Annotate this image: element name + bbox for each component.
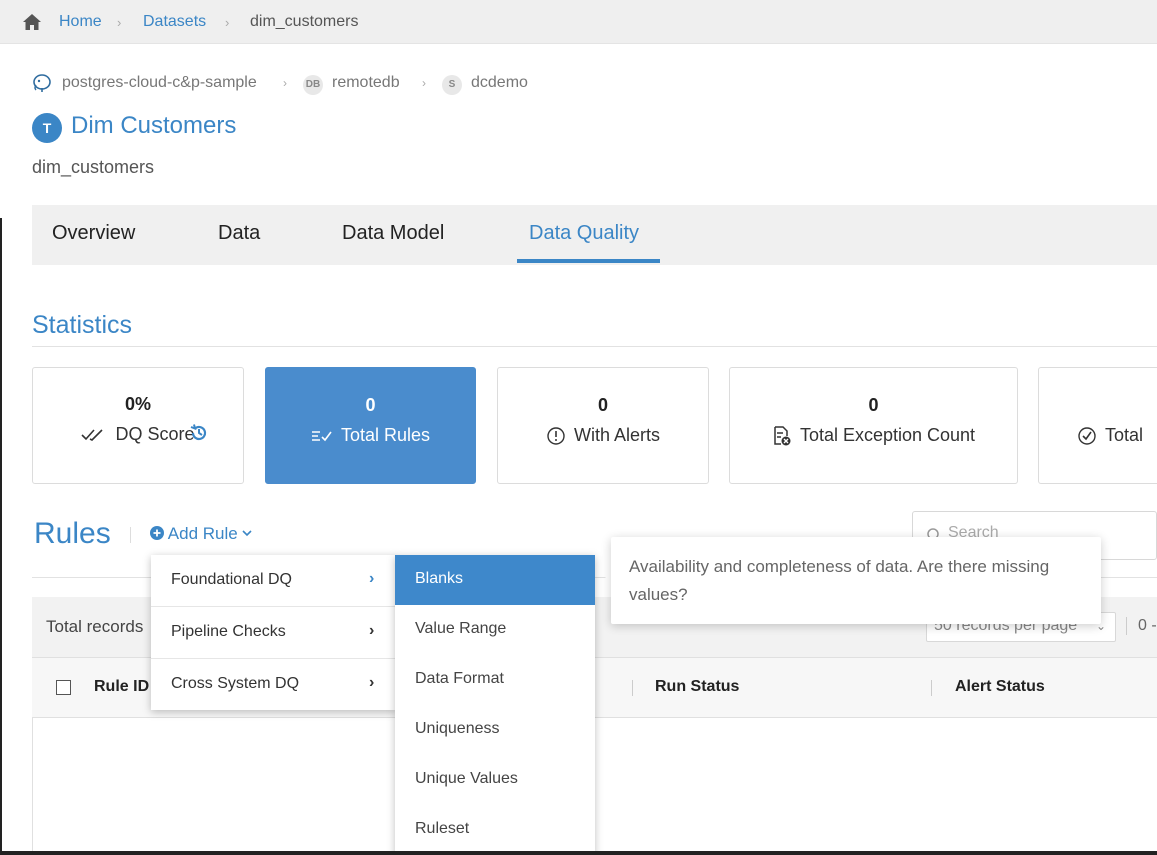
statistics-title: Statistics (32, 311, 133, 339)
add-rule-button[interactable]: Add Rule (150, 524, 253, 544)
submenu-item-unique-values[interactable]: Unique Values (395, 755, 595, 805)
stat-label: With Alerts (573, 425, 661, 445)
stat-value: 0% (124, 394, 151, 414)
tooltip-text: Availability and completeness of data. A… (629, 557, 1050, 604)
total-records-label: Total records (46, 617, 144, 636)
page-subtitle: dim_customers (32, 157, 155, 177)
column-divider (931, 680, 932, 696)
home-icon[interactable] (22, 13, 42, 31)
check-circle-icon (1078, 427, 1096, 445)
tab-data-model[interactable]: Data Model (342, 222, 444, 245)
menu-item-pipeline-checks[interactable]: Pipeline Checks › (151, 607, 396, 659)
add-rule-menu: Foundational DQ › Pipeline Checks › Cros… (151, 555, 396, 710)
tab-data-quality[interactable]: Data Quality (529, 222, 639, 245)
column-header-run-status[interactable]: Run Status (655, 678, 739, 696)
page-title: Dim Customers (71, 112, 237, 139)
divider (32, 346, 1157, 347)
stat-card-total-rules[interactable]: 0 Total Rules (265, 367, 476, 484)
submenu-item-label: Uniqueness (415, 720, 500, 737)
alert-circle-icon (547, 427, 565, 445)
chevron-right-icon: › (369, 622, 375, 639)
history-icon[interactable] (189, 423, 209, 443)
stat-card-exception-count[interactable]: 0 Total Exception Count (729, 367, 1018, 484)
db-badge: DB (303, 75, 323, 95)
tab-data[interactable]: Data (218, 222, 260, 245)
submenu-item-label: Unique Values (415, 770, 518, 787)
double-check-icon (81, 429, 104, 442)
schema-badge: S (442, 75, 462, 95)
stat-label: Total Exception Count (799, 425, 976, 445)
divider (130, 527, 131, 543)
stat-label-row: With Alerts (498, 425, 708, 446)
file-exception-icon (774, 426, 791, 446)
source-connection[interactable]: postgres-cloud-c&p-sample (62, 74, 257, 92)
menu-item-foundational-dq[interactable]: Foundational DQ › (151, 555, 396, 607)
chevron-down-icon (242, 530, 253, 537)
divider (1126, 617, 1127, 635)
submenu-item-value-range[interactable]: Value Range (395, 605, 595, 655)
stat-label-row: Total Rules (266, 425, 475, 446)
stat-value: 0 (868, 395, 879, 415)
menu-item-label: Cross System DQ (171, 675, 300, 692)
stat-label-row: DQ Score (33, 424, 243, 445)
submenu-item-label: Ruleset (415, 820, 470, 837)
submenu-item-data-format[interactable]: Data Format (395, 655, 595, 705)
stat-value: 0 (365, 395, 376, 415)
chevron-right-icon: › (225, 15, 230, 30)
left-border (0, 218, 2, 855)
stat-label: Total (1105, 425, 1144, 445)
chevron-right-icon: › (283, 76, 287, 90)
column-header-rule-id[interactable]: Rule ID (94, 678, 149, 696)
bottom-border (0, 851, 1157, 855)
stat-card-total[interactable]: Total (1038, 367, 1157, 484)
rules-list-icon (311, 431, 332, 442)
active-tab-indicator (517, 259, 660, 263)
stat-label: Total Rules (340, 425, 431, 445)
table-avatar: T (32, 113, 62, 143)
foundational-dq-submenu: Blanks Value Range Data Format Uniquenes… (395, 555, 595, 855)
stat-label-row: Total Exception Count (730, 425, 1017, 446)
chevron-right-icon: › (369, 674, 375, 691)
breadcrumb-datasets[interactable]: Datasets (143, 13, 206, 31)
pager-range: 0 - (1138, 617, 1157, 634)
postgres-icon (33, 74, 51, 92)
menu-item-cross-system-dq[interactable]: Cross System DQ › (151, 659, 396, 711)
tooltip-arrow (603, 572, 611, 588)
tooltip: Availability and completeness of data. A… (611, 537, 1101, 624)
rules-title: Rules (34, 517, 111, 550)
submenu-item-ruleset[interactable]: Ruleset (395, 805, 595, 855)
chevron-right-icon: › (117, 15, 122, 30)
stat-card-dq-score[interactable]: 0% DQ Score (32, 367, 244, 484)
menu-item-label: Foundational DQ (171, 571, 292, 588)
submenu-item-uniqueness[interactable]: Uniqueness (395, 705, 595, 755)
stat-label-row: Total (1077, 425, 1157, 446)
chevron-right-icon: › (422, 76, 426, 90)
stat-label: DQ Score (115, 424, 195, 444)
breadcrumb-home[interactable]: Home (59, 13, 102, 31)
select-all-checkbox[interactable] (56, 680, 71, 695)
tab-overview[interactable]: Overview (52, 222, 135, 245)
source-database[interactable]: remotedb (332, 74, 400, 92)
source-schema[interactable]: dcdemo (471, 74, 528, 92)
chevron-right-icon: › (369, 570, 375, 587)
breadcrumb-current: dim_customers (250, 13, 359, 30)
stat-card-with-alerts[interactable]: 0 With Alerts (497, 367, 709, 484)
submenu-item-label: Data Format (415, 670, 504, 687)
submenu-item-blanks[interactable]: Blanks (395, 555, 595, 605)
plus-circle-icon (150, 526, 164, 540)
stat-value: 0 (597, 395, 608, 415)
submenu-item-label: Blanks (415, 570, 464, 587)
add-rule-label: Add Rule (167, 524, 238, 543)
column-header-alert-status[interactable]: Alert Status (955, 678, 1045, 696)
submenu-item-label: Value Range (415, 620, 507, 637)
menu-item-label: Pipeline Checks (171, 623, 286, 640)
column-divider (632, 680, 633, 696)
